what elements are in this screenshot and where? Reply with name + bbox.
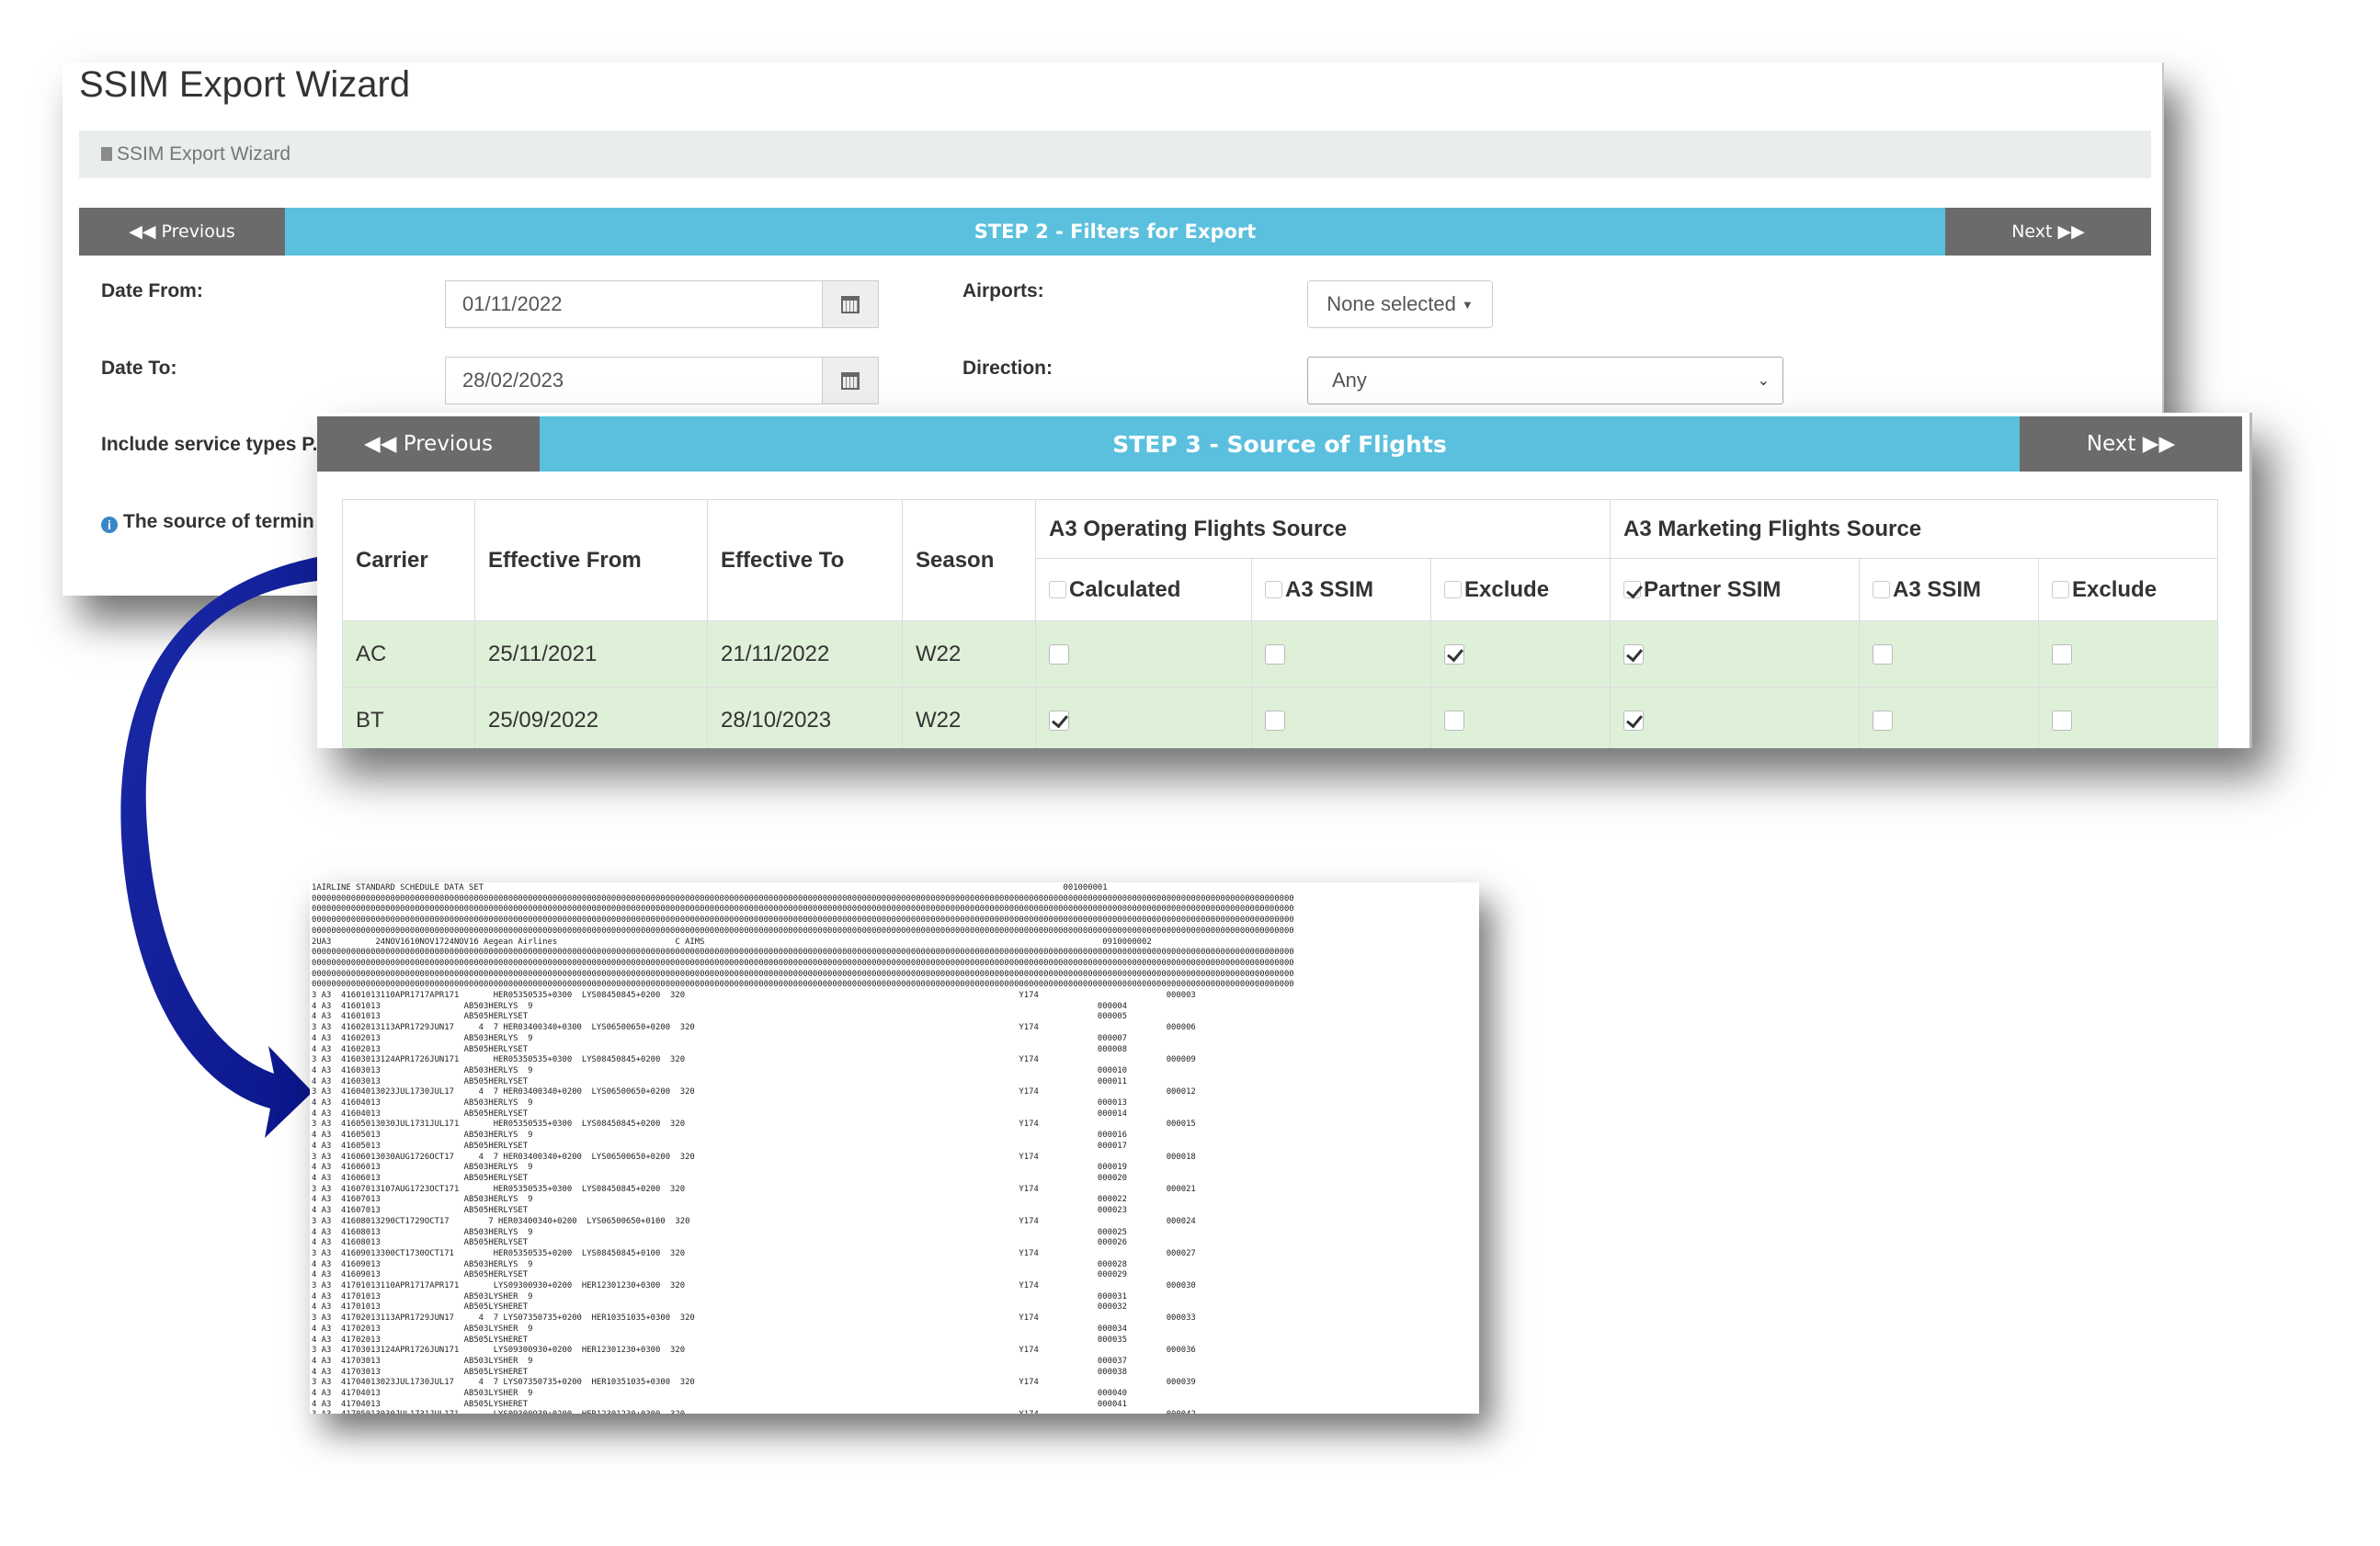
ssim-text: 1AIRLINE STANDARD SCHEDULE DATA SET 0010…: [312, 883, 1294, 1414]
step-title: STEP 3 - Source of Flights: [540, 416, 2020, 472]
row-checkbox[interactable]: [1444, 644, 1464, 665]
row-checkbox[interactable]: [1623, 644, 1644, 665]
col-season: Season: [902, 499, 1036, 621]
col-effective-from: Effective From: [474, 499, 708, 621]
col-group-operating: A3 Operating Flights Source: [1035, 499, 1611, 559]
col-mk-partner-ssim: Partner SSIM: [1610, 558, 1860, 621]
cell-effective-to: 28/10/2023: [707, 687, 903, 748]
cell-effective-from: 25/11/2021: [474, 620, 708, 688]
step3-panel: ◀◀ Previous STEP 3 - Source of Flights N…: [317, 413, 2252, 748]
table-row: AC 25/11/2021 21/11/2022 W22: [342, 620, 2218, 688]
cell-effective-to: 21/11/2022: [707, 620, 903, 688]
col-effective-to: Effective To: [707, 499, 903, 621]
col-op-a3ssim: A3 SSIM: [1251, 558, 1431, 621]
header-checkbox-op-exclude[interactable]: [1444, 580, 1462, 598]
row-checkbox[interactable]: [1049, 710, 1069, 732]
cell-carrier: BT: [342, 687, 475, 748]
col-group-marketing: A3 Marketing Flights Source: [1610, 499, 2218, 559]
curved-arrow-shape: [120, 557, 317, 1138]
cell-effective-from: 25/09/2022: [474, 687, 708, 748]
row-checkbox[interactable]: [1265, 710, 1285, 732]
row-checkbox[interactable]: [2052, 710, 2072, 732]
header-checkbox-mk-exclude[interactable]: [2052, 580, 2069, 598]
header-checkbox-op-calculated[interactable]: [1049, 580, 1066, 598]
table-row: BT 25/09/2022 28/10/2023 W22: [342, 687, 2218, 748]
col-mk-a3ssim: A3 SSIM: [1859, 558, 2039, 621]
row-checkbox[interactable]: [1623, 710, 1644, 732]
next-button[interactable]: Next ▶▶: [2020, 416, 2242, 472]
row-checkbox[interactable]: [1873, 644, 1893, 665]
row-checkbox[interactable]: [1444, 710, 1464, 732]
double-left-icon: ◀◀: [364, 432, 397, 456]
ssim-file-preview: 1AIRLINE STANDARD SCHEDULE DATA SET 0010…: [310, 882, 1479, 1414]
col-mk-exclude: Exclude: [2038, 558, 2218, 621]
row-checkbox[interactable]: [1873, 710, 1893, 732]
col-op-calculated: Calculated: [1035, 558, 1252, 621]
flights-source-table: Carrier Effective From Effective To Seas…: [342, 499, 2218, 748]
cell-season: W22: [902, 620, 1036, 688]
row-checkbox[interactable]: [1049, 644, 1069, 665]
col-carrier: Carrier: [342, 499, 475, 621]
step3-bar: ◀◀ Previous STEP 3 - Source of Flights N…: [317, 416, 2242, 472]
row-checkbox[interactable]: [1265, 644, 1285, 665]
double-right-icon: ▶▶: [2142, 432, 2176, 456]
header-checkbox-mk-partner[interactable]: [1623, 580, 1641, 598]
row-checkbox[interactable]: [2052, 644, 2072, 665]
cell-season: W22: [902, 687, 1036, 748]
previous-button[interactable]: ◀◀ Previous: [317, 416, 540, 472]
col-op-exclude: Exclude: [1430, 558, 1611, 621]
cell-carrier: AC: [342, 620, 475, 688]
header-checkbox-mk-a3ssim[interactable]: [1873, 580, 1890, 598]
header-checkbox-op-a3ssim[interactable]: [1265, 580, 1282, 598]
